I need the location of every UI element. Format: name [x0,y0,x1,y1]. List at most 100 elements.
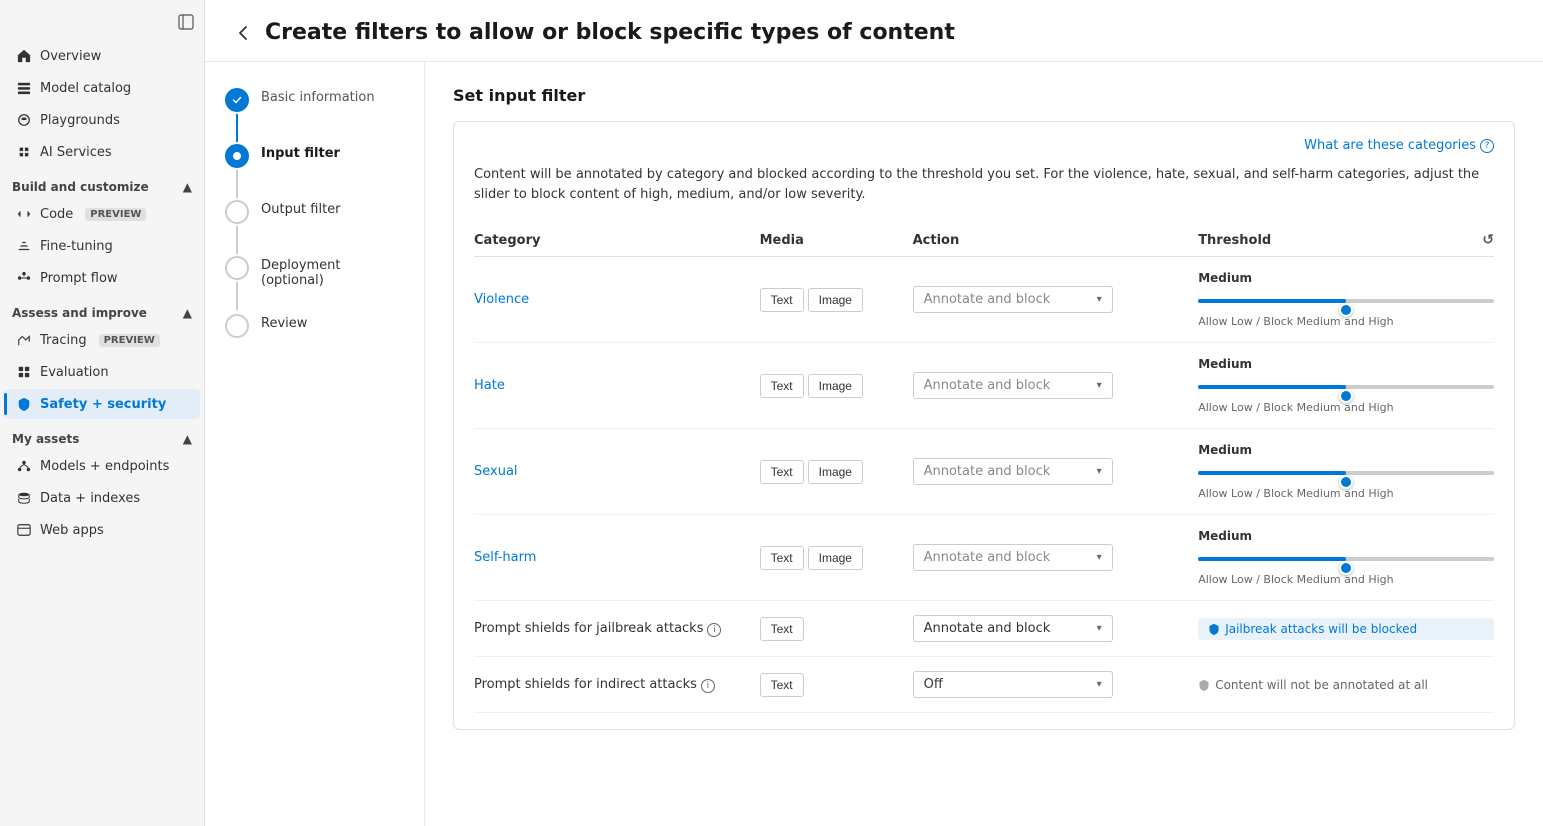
chevron-down-icon: ▾ [1097,679,1102,690]
shield-status-prompt-shields-indirect: Content will not be annotated at all [1198,678,1494,692]
slider-hate[interactable] [1198,377,1494,397]
media-btn-text-prompt-shields-indirect[interactable]: Text [760,673,804,697]
category-name-prompt-shields-indirect: Prompt shields for indirect attacks [474,677,697,692]
sidebar-label-code: Code [40,207,73,222]
sidebar-item-overview[interactable]: Overview [4,41,200,71]
info-icon-prompt-shields-jailbreak[interactable]: i [707,623,721,637]
step-circle-review [225,314,249,338]
step-label-input-filter: Input filter [261,142,340,185]
media-btn-image-self-harm[interactable]: Image [808,546,863,570]
media-btn-text-prompt-shields-jailbreak[interactable]: Text [760,617,804,641]
table-row-prompt-shields-jailbreak: Prompt shields for jailbreak attacks i Tex… [474,601,1494,657]
info-circle-icon: ? [1480,139,1494,153]
action-dropdown-prompt-shields-indirect[interactable]: Off▾ [913,671,1113,698]
step-circle-basic-info [225,88,249,112]
section-assess-improve[interactable]: Assess and improve ▲ [0,298,204,324]
sidebar-item-models-endpoints[interactable]: Models + endpoints [4,451,200,481]
wizard-step-input-filter[interactable]: Input filter [225,142,404,198]
page-title: Create filters to allow or block specifi… [265,20,955,45]
sidebar-item-web-apps[interactable]: Web apps [4,515,200,545]
sidebar-label-web-apps: Web apps [40,523,104,538]
threshold-label-hate: Medium [1198,357,1494,371]
col-header-category: Category [474,224,760,257]
what-categories-link[interactable]: What are these categories ? [474,138,1494,153]
wizard-steps: Basic information Input filter Output [205,62,425,826]
action-dropdown-hate[interactable]: Annotate and block ▾ [913,372,1113,399]
sidebar-item-ai-services[interactable]: AI Services [4,137,200,167]
shield-icon [16,396,32,412]
category-name-sexual[interactable]: Sexual [474,464,518,479]
slider-self-harm[interactable] [1198,549,1494,569]
media-btn-text-violence[interactable]: Text [760,288,804,312]
sidebar-item-model-catalog[interactable]: Model catalog [4,73,200,103]
chevron-up-assets: ▲ [183,432,192,446]
step-circle-output-filter [225,200,249,224]
action-text-hate: Annotate and block [924,378,1051,393]
threshold-label-sexual: Medium [1198,443,1494,457]
ai-icon [16,144,32,160]
slider-sexual[interactable] [1198,463,1494,483]
sidebar-label-prompt-flow: Prompt flow [40,271,118,286]
category-name-prompt-shields-jailbreak: Prompt shields for jailbreak attacks [474,621,703,636]
filter-table: Category Media Action Threshold ↺ [474,224,1494,713]
action-dropdown-self-harm[interactable]: Annotate and block▾ [913,544,1113,571]
table-row-sexual: Sexual TextImage Annotate and block▾ Medium… [474,429,1494,515]
threshold-label-violence: Medium [1198,271,1494,285]
media-btn-image-violence[interactable]: Image [808,288,863,312]
media-btn-image-sexual[interactable]: Image [808,460,863,484]
section-my-assets[interactable]: My assets ▲ [0,424,204,450]
chevron-down-icon: ▾ [1097,380,1102,391]
slider-violence[interactable] [1198,291,1494,311]
wizard-step-basic-info[interactable]: Basic information [225,86,404,142]
back-button[interactable] [233,23,253,43]
chevron-up-assess: ▲ [183,306,192,320]
sidebar-label-safety-security: Safety + security [40,397,166,412]
action-dropdown-violence[interactable]: Annotate and block▾ [913,286,1113,313]
info-icon-prompt-shields-indirect[interactable]: i [701,679,715,693]
action-dropdown-prompt-shields-jailbreak[interactable]: Annotate and block▾ [913,615,1113,642]
section-build-customize-label: Build and customize [12,180,149,194]
action-dropdown-sexual[interactable]: Annotate and block▾ [913,458,1113,485]
section-build-customize[interactable]: Build and customize ▲ [0,172,204,198]
category-name-violence[interactable]: Violence [474,292,529,307]
form-area: Set input filter What are these categori… [425,62,1543,826]
sidebar-collapse-button[interactable] [0,8,204,36]
category-name-self-harm[interactable]: Self-harm [474,550,536,565]
sidebar-item-prompt-flow[interactable]: Prompt flow [4,263,200,293]
sidebar-item-tracing[interactable]: Tracing PREVIEW [4,325,200,355]
sidebar-item-data-indexes[interactable]: Data + indexes [4,483,200,513]
chevron-up-build: ▲ [183,180,192,194]
wizard-step-output-filter[interactable]: Output filter [225,198,404,254]
media-btn-text-hate[interactable]: Text [760,374,804,398]
media-btn-image-hate[interactable]: Image [808,374,863,398]
sidebar-item-fine-tuning[interactable]: Fine-tuning [4,231,200,261]
media-btn-text-sexual[interactable]: Text [760,460,804,484]
step-label-deployment: Deployment (optional) [261,254,404,312]
wizard-step-deployment[interactable]: Deployment (optional) [225,254,404,312]
media-btn-text-self-harm[interactable]: Text [760,546,804,570]
sidebar-label-evaluation: Evaluation [40,365,109,380]
shield-status-prompt-shields-jailbreak: Jailbreak attacks will be blocked [1198,618,1494,640]
sidebar-item-evaluation[interactable]: Evaluation [4,357,200,387]
category-name-hate[interactable]: Hate [474,378,505,393]
sidebar-item-playgrounds[interactable]: Playgrounds [4,105,200,135]
sidebar-label-ai-services: AI Services [40,145,112,160]
threshold-reset-button[interactable]: ↺ [1482,232,1494,248]
table-row-hate: HateTextImageAnnotate and block▾MediumAl… [474,343,1494,429]
web-icon [16,522,32,538]
sidebar-label-model-catalog: Model catalog [40,81,131,96]
catalog-icon [16,80,32,96]
step-circle-input-filter [225,144,249,168]
table-row-self-harm: Self-harmTextImageAnnotate and block▾Med… [474,515,1494,601]
sidebar-item-code[interactable]: Code PREVIEW [4,199,200,229]
sidebar-label-fine-tuning: Fine-tuning [40,239,113,254]
sidebar-item-safety-security[interactable]: Safety + security [4,389,200,419]
sidebar-label-overview: Overview [40,49,101,64]
section-assess-label: Assess and improve [12,306,147,320]
page-header: Create filters to allow or block specifi… [205,0,1543,62]
sidebar-label-models-endpoints: Models + endpoints [40,459,169,474]
wizard-step-review[interactable]: Review [225,312,404,355]
home-icon [16,48,32,64]
chevron-down-icon: ▾ [1097,294,1102,305]
chevron-down-icon: ▾ [1097,466,1102,477]
